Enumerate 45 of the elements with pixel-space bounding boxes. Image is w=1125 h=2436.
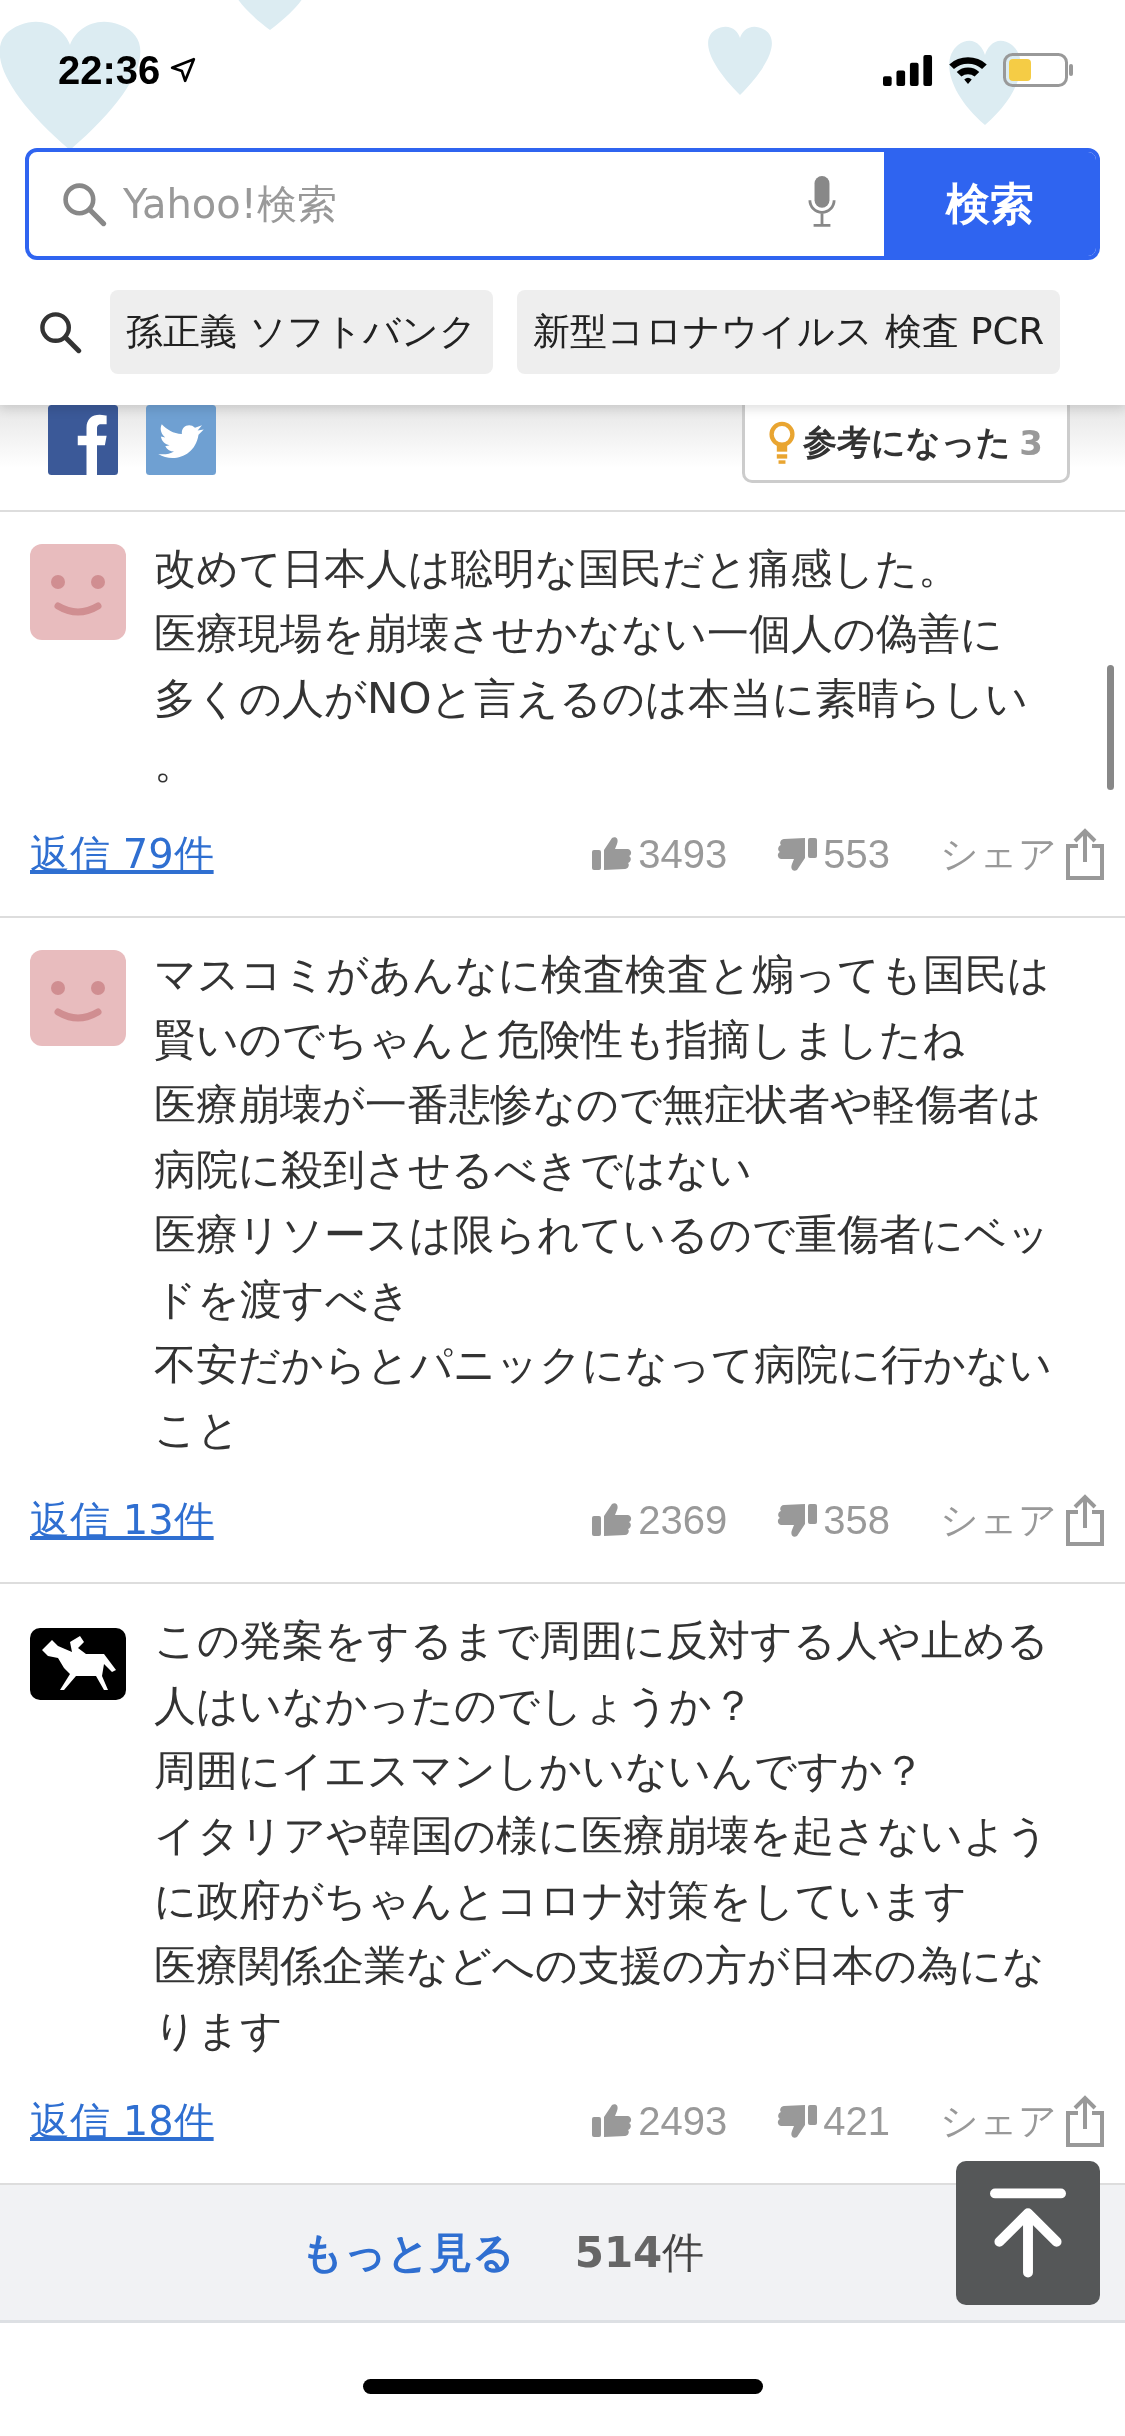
comment-count: 514件 — [574, 2226, 705, 2279]
share-label[interactable]: シェア — [940, 2095, 1057, 2147]
battery-icon — [1003, 53, 1075, 87]
thumbs-up-icon[interactable] — [592, 2103, 633, 2139]
suggestion-chip[interactable]: 新型コロナウイルス 検査 PCR — [516, 290, 1061, 374]
scroll-to-top-button[interactable] — [956, 2161, 1100, 2305]
lightbulb-icon — [769, 420, 796, 465]
search-icon — [38, 310, 82, 354]
like-count: 2369 — [638, 1497, 728, 1543]
share-label[interactable]: シェア — [940, 1494, 1057, 1546]
replies-link[interactable]: 返信 79件 — [30, 826, 214, 882]
thumbs-down-icon[interactable] — [777, 2103, 818, 2139]
thumbs-up-icon[interactable] — [592, 836, 633, 872]
signal-icon — [883, 54, 933, 86]
search-field[interactable]: Yahoo!検索 検索 — [25, 148, 1100, 260]
share-icon[interactable] — [1065, 1494, 1105, 1546]
search-icon — [61, 181, 107, 227]
like-count: 2493 — [638, 2098, 728, 2144]
suggestion-chip[interactable]: 孫正義 ソフトバンク — [110, 290, 493, 374]
replies-link[interactable]: 返信 13件 — [30, 1492, 214, 1548]
dislike-count: 553 — [823, 831, 890, 877]
share-icon[interactable] — [1065, 828, 1105, 880]
comment-text: 改めて日本人は聡明な国民だと痛感した。 医療現場を崩壊させかなない一個人の偽善に 多くの人がNOと言えるのは本当に素晴らしい 。 — [154, 543, 1029, 790]
location-arrow-icon — [170, 57, 197, 83]
more-link[interactable]: もっと見る — [300, 2224, 515, 2281]
wifi-icon — [947, 55, 989, 85]
heart-drawing — [708, 26, 772, 95]
thumbs-down-icon[interactable] — [777, 1502, 818, 1538]
smiley-avatar-icon — [30, 950, 126, 1046]
search-button[interactable]: 検索 — [884, 152, 1096, 256]
clock-time: 22:36 — [58, 47, 161, 93]
comment-text: マスコミがあんなに検査検査と煽っても国民は 賢いのでちゃんと危険性も指摘しましたね 医療崩壊が一番悲惨なので無症状者や軽傷者は 病院に殺到させるべきではない 医療リソースは限られているので重傷者にベッ ドを渡すべき 不安だからとパニックになって病院に行かない こと — [154, 949, 1052, 1456]
thumbs-up-icon[interactable] — [592, 1502, 633, 1538]
dislike-count: 421 — [823, 2098, 890, 2144]
like-count: 3493 — [638, 831, 728, 877]
helpful-count: 3 — [1019, 422, 1043, 463]
share-icon[interactable] — [1065, 2095, 1105, 2147]
comment-text: この発案をするまで周囲に反対する人や止める 人はいなかったのでしょうか？ 周囲にイエスマンしかいないんですか？ イタリアや韓国の様に医療崩壊を起さないよう に政府がちゃんとコロナ対策をしています 医療関係企業などへの支援の方が日本の為にな ります — [154, 1615, 1049, 2057]
dislike-count: 358 — [823, 1497, 890, 1543]
smiley-avatar-icon — [30, 544, 126, 640]
helpful-button[interactable]: 参考になった 3 — [742, 405, 1070, 483]
replies-link[interactable]: 返信 18件 — [30, 2093, 214, 2149]
thumbs-down-icon[interactable] — [777, 836, 818, 872]
share-label[interactable]: シェア — [940, 828, 1057, 880]
helpful-label: 参考になった — [803, 420, 1012, 464]
